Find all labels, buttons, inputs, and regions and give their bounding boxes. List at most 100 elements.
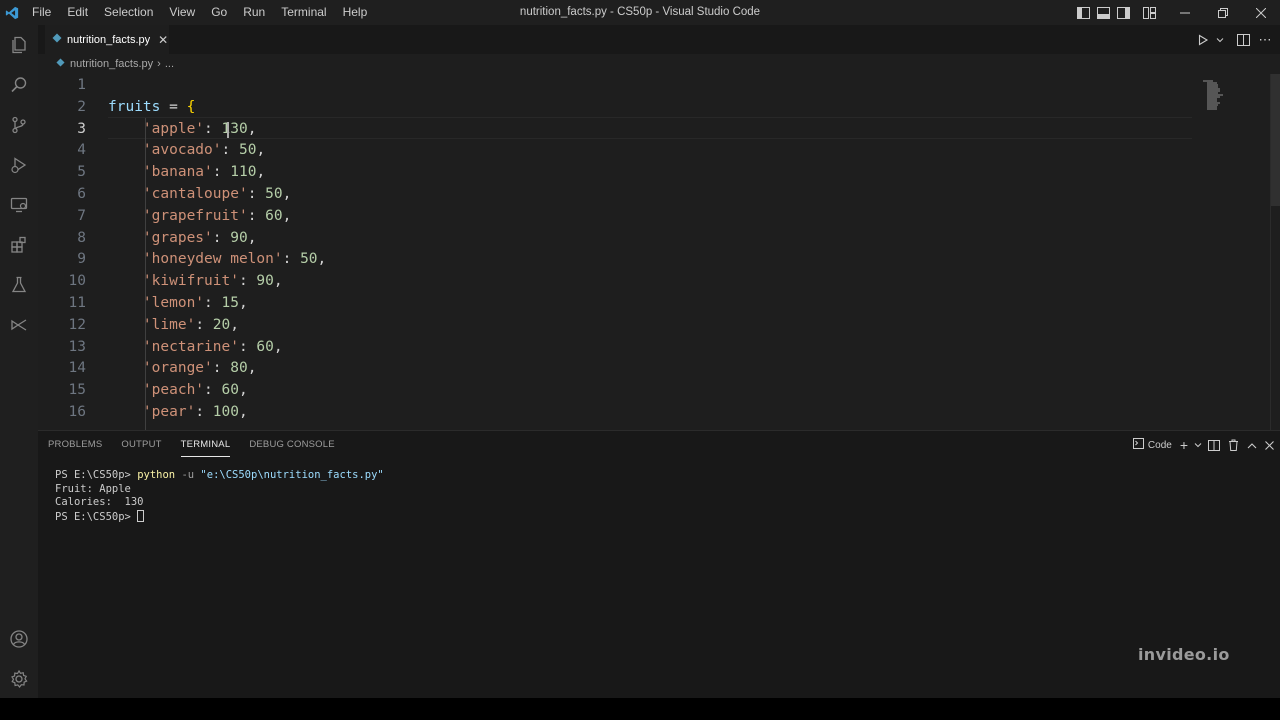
account-icon[interactable] [0, 619, 38, 659]
toggle-secondary-sidebar-icon[interactable] [1114, 0, 1132, 25]
tab-problems[interactable]: PROBLEMS [48, 431, 102, 459]
terminal-prompt: PS E:\CS50p> [55, 469, 138, 481]
terminal-dropdown-chevron-icon[interactable] [1192, 431, 1204, 459]
editor-scroll-thumb[interactable] [1271, 74, 1280, 206]
activity-bar [0, 25, 38, 698]
token-end: , [273, 338, 283, 355]
terminal-shell-selector[interactable]: Code [1129, 431, 1176, 459]
run-dropdown-chevron-icon[interactable] [1214, 25, 1226, 54]
line-code: 'apple': 130, [108, 118, 257, 140]
menu-file[interactable]: File [24, 0, 59, 25]
run-and-debug-icon[interactable] [0, 145, 38, 185]
token-sep: : [238, 273, 257, 290]
line-number: 13 [68, 338, 86, 355]
menu-edit[interactable]: Edit [59, 0, 96, 25]
vscode-logo-icon [0, 0, 24, 25]
more-actions-icon[interactable]: ⋯ [1254, 25, 1276, 54]
token-key: 'banana' [142, 164, 213, 181]
token-num: 60 [265, 207, 283, 224]
terminal-prompt: PS E:\CS50p> [55, 510, 138, 523]
tab-output[interactable]: OUTPUT [121, 431, 161, 459]
menu-terminal[interactable]: Terminal [273, 0, 334, 25]
token-sep: : [282, 251, 301, 268]
menu-selection[interactable]: Selection [96, 0, 161, 25]
minimap[interactable] [1198, 74, 1270, 430]
toggle-panel-icon[interactable] [1094, 0, 1112, 25]
line-number: 3 [77, 120, 86, 137]
close-panel-icon[interactable] [1261, 431, 1278, 459]
editor-scrollbar[interactable] [1270, 74, 1280, 430]
token-end: , [247, 360, 257, 377]
live-share-icon[interactable] [0, 305, 38, 345]
token-end: , [282, 186, 292, 202]
menu-help[interactable]: Help [335, 0, 376, 25]
source-control-icon[interactable] [0, 105, 38, 145]
token-end: , [247, 120, 257, 137]
tab-nutrition-facts[interactable]: nutrition_facts.py ✕ [45, 25, 169, 54]
menu-view[interactable]: View [161, 0, 203, 25]
testing-icon[interactable] [0, 265, 38, 305]
token-num: 20 [212, 316, 231, 333]
breadcrumb-file[interactable]: nutrition_facts.py [70, 58, 153, 70]
settings-gear-icon[interactable] [0, 659, 38, 698]
customize-layout-icon[interactable] [1140, 0, 1158, 25]
code-line: 11 'lemon': 15, [38, 292, 1198, 314]
tab-terminal[interactable]: TERMINAL [180, 431, 231, 459]
menu-run[interactable]: Run [235, 0, 273, 25]
token-var: fruits [108, 98, 161, 115]
code-line: 8 'grapes': 90, [38, 227, 1198, 249]
token-key: 'kiwifruit' [142, 273, 239, 290]
token-sep: : [221, 142, 239, 159]
tab-debug-console[interactable]: DEBUG CONSOLE [249, 431, 334, 459]
menu-go[interactable]: Go [203, 0, 235, 25]
token-sep: : [212, 164, 231, 181]
token-end: , [238, 295, 248, 311]
terminal-output[interactable]: PS E:\CS50p> python -u "e:\CS50p\nutriti… [55, 469, 384, 524]
terminal-param: -u [175, 469, 201, 481]
token-end: , [273, 273, 283, 290]
code-line: 15 'peach': 60, [38, 379, 1198, 401]
token-end: , [256, 164, 266, 181]
token-end: , [317, 251, 327, 268]
search-icon[interactable] [0, 65, 38, 105]
line-number: 4 [77, 142, 86, 159]
token-num: 50 [238, 142, 257, 159]
token-num: 130 [221, 120, 248, 137]
editor-tab-bar: nutrition_facts.py ✕ ⋯ [38, 25, 1280, 54]
close-window-button[interactable] [1242, 0, 1280, 25]
token-sep: : [247, 207, 266, 224]
close-tab-icon[interactable]: ✕ [158, 33, 168, 47]
token-key: 'orange' [142, 360, 213, 377]
minimize-button[interactable] [1166, 0, 1204, 25]
remote-explorer-icon[interactable] [0, 185, 38, 225]
code-editor[interactable]: 1 2 fruits = {3 'apple': 130, 4 'avocado': … [38, 74, 1280, 430]
code-line: 6 'cantaloupe': 50, [38, 183, 1198, 205]
maximize-panel-icon[interactable] [1243, 431, 1261, 459]
code-line: 2 fruits = { [38, 96, 1198, 118]
new-terminal-icon[interactable]: + [1176, 431, 1192, 459]
split-editor-icon[interactable] [1232, 25, 1254, 54]
breadcrumb-chevron-icon: › [157, 58, 161, 70]
restore-button[interactable] [1204, 0, 1242, 25]
breadcrumb-more[interactable]: ... [165, 58, 174, 70]
line-number: 15 [68, 382, 86, 399]
token-num: 60 [256, 338, 274, 355]
line-code: 'kiwifruit': 90, [108, 270, 283, 292]
terminal-arg: "e:\CS50p\nutrition_facts.py" [200, 469, 384, 481]
extensions-icon[interactable] [0, 225, 38, 265]
token-num: 90 [230, 229, 248, 246]
token-num: 80 [230, 360, 248, 377]
kill-terminal-trash-icon[interactable] [1224, 431, 1243, 459]
python-file-icon [52, 33, 62, 46]
token-key: 'cantaloupe' [142, 186, 248, 202]
line-number: 7 [77, 207, 86, 224]
token-sep: : [247, 186, 266, 202]
toggle-primary-sidebar-icon[interactable] [1074, 0, 1092, 25]
code-line: 14 'orange': 80, [38, 357, 1198, 379]
run-python-file-icon[interactable] [1192, 25, 1214, 54]
explorer-icon[interactable] [0, 25, 38, 65]
token-end: , [230, 316, 239, 333]
token-key: 'avocado' [142, 142, 222, 159]
split-terminal-icon[interactable] [1204, 431, 1224, 459]
line-number: 2 [77, 98, 86, 115]
